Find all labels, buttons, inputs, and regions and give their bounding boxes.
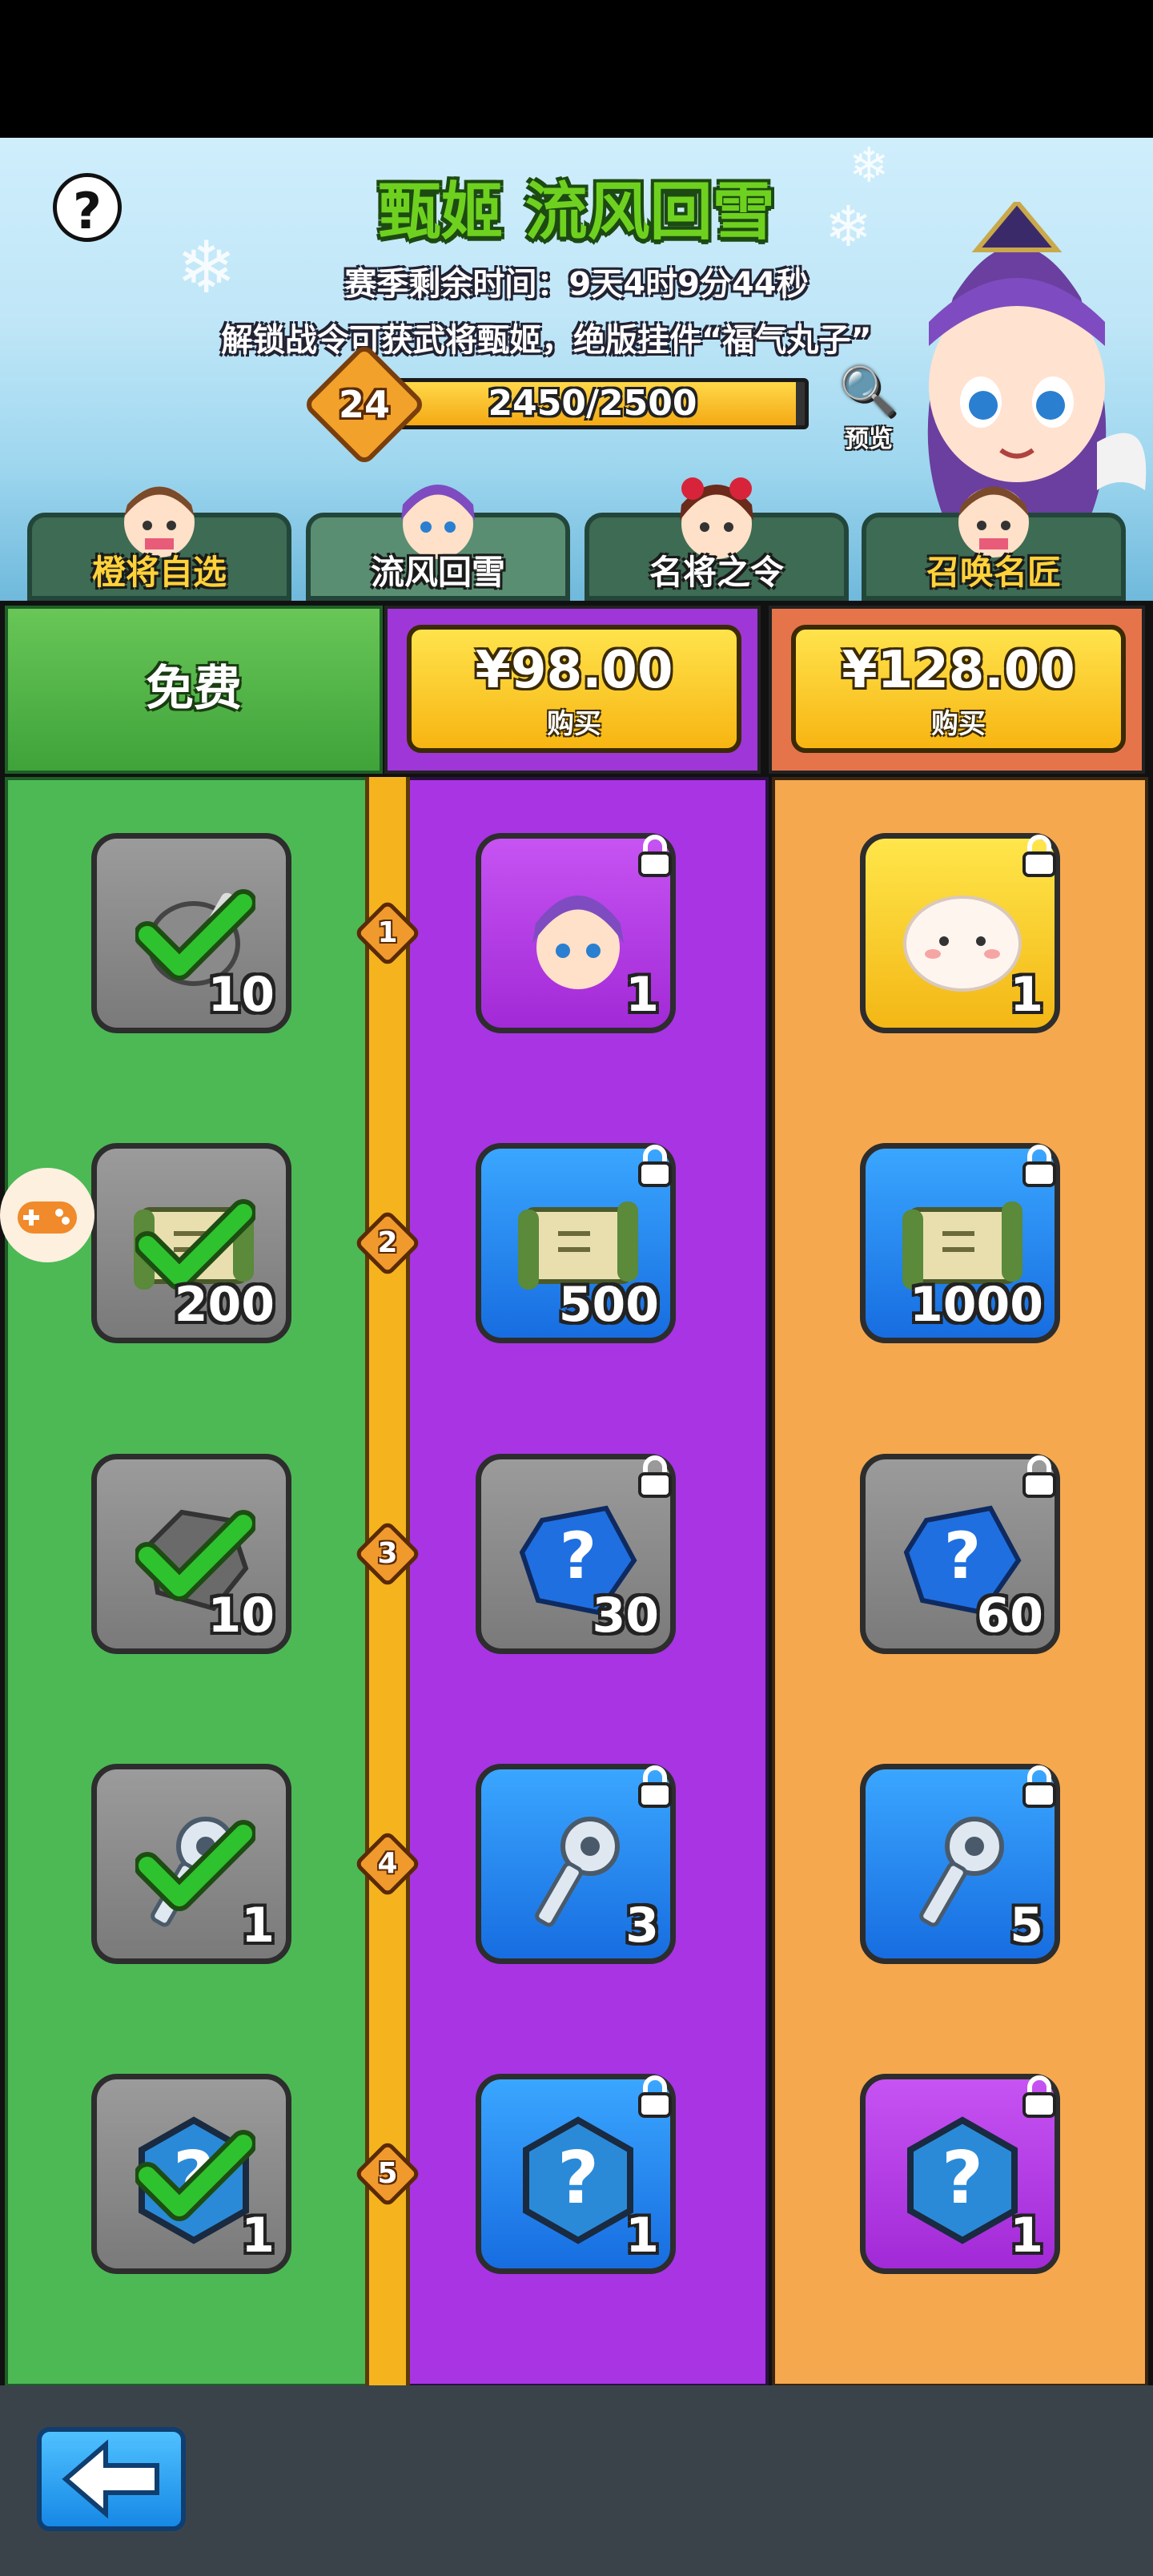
tier1-price: ¥98.00	[475, 641, 673, 700]
svg-text:?: ?	[557, 2136, 599, 2220]
free-tier-header: 免费	[5, 606, 383, 774]
tab-famous-general-order[interactable]: 名将之令	[585, 477, 849, 601]
svg-text:?: ?	[942, 2136, 983, 2220]
buy-tier1-button[interactable]: ¥98.00 购买	[407, 625, 741, 753]
tier1-reward-slot[interactable]: 500	[476, 1143, 676, 1343]
buy-tier2-button[interactable]: ¥128.00 购买	[791, 625, 1126, 753]
back-button[interactable]	[37, 2427, 186, 2531]
reward-quantity: 500	[558, 1277, 659, 1333]
status-bar	[0, 0, 1153, 138]
checkmark-icon	[135, 2130, 255, 2221]
tab-liufeng-huixue[interactable]: 流风回雪	[306, 485, 570, 601]
lock-icon	[638, 1455, 672, 1498]
free-reward-slot[interactable]: 10	[91, 833, 291, 1033]
tab-label: 流风回雪	[370, 553, 505, 592]
level-node-number: 5	[377, 2157, 398, 2190]
tab-summon-craftsman[interactable]: 召唤名匠	[862, 486, 1126, 601]
lock-icon	[1022, 1765, 1056, 1808]
tier2-reward-slot[interactable]: ? 1	[860, 2074, 1060, 2274]
tab-label: 召唤名匠	[926, 553, 1061, 592]
level-node-number: 2	[377, 1226, 398, 1259]
reward-quantity: 5	[1010, 1898, 1043, 1954]
tab-orange-hero-select[interactable]: 橙将自选	[27, 486, 291, 601]
free-reward-slot[interactable]: 10	[91, 1454, 291, 1654]
level-node: 5	[352, 2139, 423, 2209]
level-node: 3	[352, 1519, 423, 1589]
level-node-number: 1	[377, 916, 398, 949]
reward-quantity: 1000	[910, 1277, 1043, 1333]
bottom-bar	[0, 2385, 1153, 2576]
tier1-reward-slot[interactable]: ? 30	[476, 1454, 676, 1654]
level-node: 4	[352, 1829, 423, 1899]
back-arrow-icon	[62, 2439, 159, 2519]
lock-icon	[1022, 1145, 1056, 1187]
reward-track: 免费 ¥98.00 购买 ¥128.00 购买 1 10 1 1 2 200 500 1000…	[0, 601, 1153, 2385]
tier2-reward-slot[interactable]: 1000	[860, 1143, 1060, 1343]
tier2-reward-slot[interactable]: ? 60	[860, 1454, 1060, 1654]
reward-quantity: 1	[625, 967, 659, 1023]
tab-label: 名将之令	[649, 553, 784, 592]
reward-quantity: 1	[241, 1898, 275, 1954]
checkmark-icon	[135, 1820, 255, 1911]
tier2-price: ¥128.00	[842, 641, 1075, 700]
battle-pass-header: ❄ ❄ ❄ ? 甄姬 流风回雪 赛季剩余时间：9天4时9分44秒 解锁战令可获武…	[0, 138, 1153, 601]
tier1-reward-slot[interactable]: ? 1	[476, 2074, 676, 2274]
reward-quantity: 10	[207, 1588, 275, 1644]
lock-icon	[638, 1145, 672, 1187]
floating-game-button[interactable]	[0, 1168, 94, 1262]
lock-icon	[1022, 1455, 1056, 1498]
svg-text:?: ?	[944, 1519, 981, 1593]
lock-icon	[638, 1765, 672, 1808]
tier2-header: ¥128.00 购买	[769, 606, 1145, 774]
lock-icon	[638, 835, 672, 877]
reward-quantity: 60	[976, 1588, 1044, 1644]
level-number: 24	[338, 383, 390, 426]
reward-quantity: 1	[241, 2208, 275, 2264]
tab-label: 橙将自选	[91, 553, 227, 592]
reward-quantity: 10	[207, 967, 275, 1023]
lock-icon	[638, 2075, 672, 2118]
reward-quantity: 1	[625, 2208, 659, 2264]
tier1-reward-slot[interactable]: 3	[476, 1764, 676, 1964]
gamepad-icon	[18, 1201, 77, 1234]
progress-text: 2450/2500	[488, 383, 697, 424]
reward-quantity: 1	[1010, 967, 1043, 1023]
tier2-reward-slot[interactable]: 5	[860, 1764, 1060, 1964]
lock-icon	[1022, 835, 1056, 877]
reward-quantity: 3	[625, 1898, 659, 1954]
level-node: 2	[352, 1208, 423, 1278]
tier1-header: ¥98.00 购买	[384, 606, 761, 774]
lock-icon	[1022, 2075, 1056, 2118]
tab-bar: 橙将自选 流风回雪 名将之令 召唤名匠	[0, 477, 1153, 601]
reward-quantity: 200	[174, 1277, 275, 1333]
svg-text:?: ?	[560, 1519, 597, 1593]
unlock-description: 解锁战令可获武将甄姬，绝版挂件“福气丸子”	[221, 322, 872, 359]
free-reward-slot[interactable]: ? 1	[91, 2074, 291, 2274]
reward-quantity: 1	[1010, 2208, 1043, 2264]
tier2-buy-label: 购买	[931, 708, 986, 740]
tier2-reward-slot[interactable]: 1	[860, 833, 1060, 1033]
tier1-reward-slot[interactable]: 1	[476, 833, 676, 1033]
level-node: 1	[352, 898, 423, 968]
tier1-buy-label: 购买	[547, 708, 601, 740]
free-reward-slot[interactable]: 200	[91, 1143, 291, 1343]
level-node-number: 3	[377, 1537, 398, 1570]
reward-quantity: 30	[592, 1588, 660, 1644]
free-reward-slot[interactable]: 1	[91, 1764, 291, 1964]
level-node-number: 4	[377, 1847, 398, 1880]
